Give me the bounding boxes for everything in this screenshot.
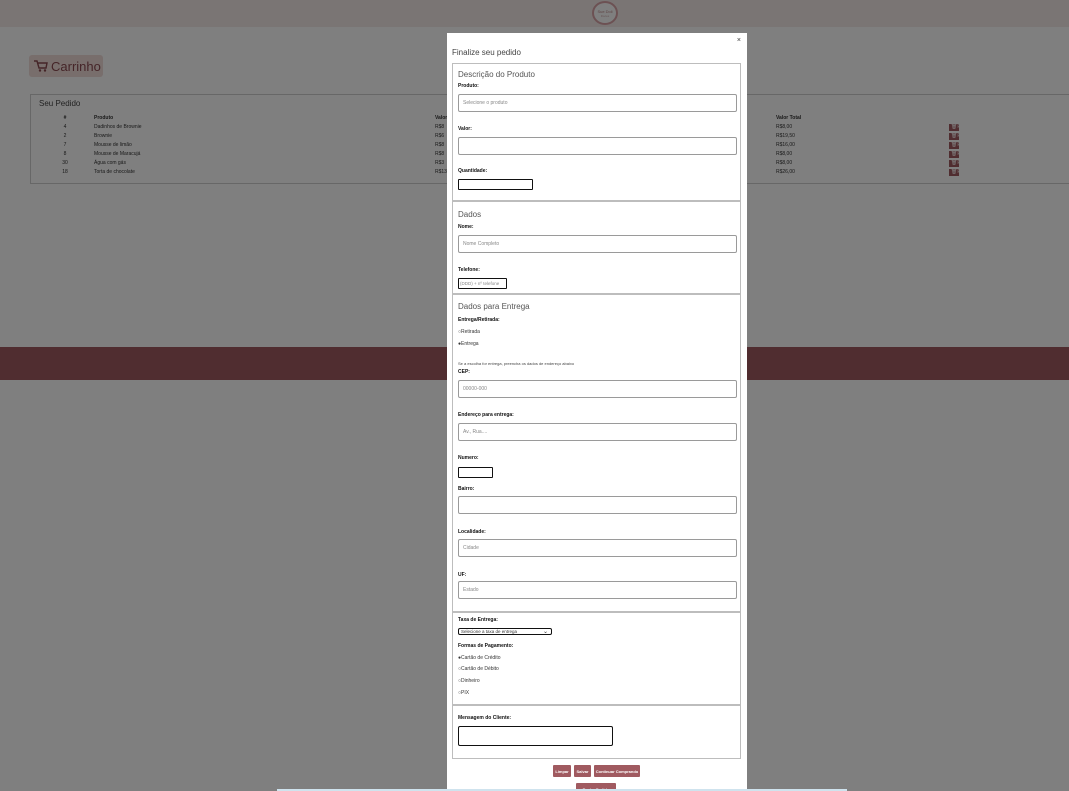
- delivery-fee-value: Selecione a taxa de entrega: [461, 629, 518, 634]
- product-label: Produto:: [458, 83, 479, 89]
- section-legend: Descrição do Produto: [458, 70, 535, 79]
- number-field[interactable]: [458, 467, 493, 478]
- uf-field[interactable]: Estado: [458, 581, 737, 599]
- address-field[interactable]: Av., Rua....: [458, 423, 737, 441]
- uf-placeholder: Estado: [463, 587, 479, 593]
- payment-methods-label: Formas de Pagamento:: [458, 643, 514, 649]
- clear-button[interactable]: Limpar: [553, 765, 571, 777]
- delivery-mode-label: Entrega/Retirada:: [458, 317, 500, 323]
- message-textarea[interactable]: [458, 726, 613, 746]
- cash-radio[interactable]: ○Dinheiro: [458, 678, 480, 684]
- quantity-field[interactable]: [458, 179, 533, 190]
- delivery-fee-label: Taxa de Entrega:: [458, 617, 498, 623]
- data-fieldset: Dados Nome: Nome Completo Telefone: (DDD…: [452, 201, 741, 294]
- checkout-modal: × Finalize seu pedido Descrição do Produ…: [447, 33, 747, 791]
- phone-field[interactable]: (DDD) + nº telefone: [458, 278, 507, 289]
- modal-title: Finalize seu pedido: [452, 48, 521, 57]
- address-placeholder: Av., Rua....: [463, 429, 488, 435]
- cep-placeholder: 00000-000: [463, 386, 487, 392]
- district-field[interactable]: [458, 496, 737, 514]
- section-legend: Dados para Entrega: [458, 302, 530, 311]
- product-placeholder: Selecione o produto: [463, 100, 508, 106]
- name-field[interactable]: Nome Completo: [458, 235, 737, 253]
- payment-fieldset: Taxa de Entrega: Selecione a taxa de ent…: [452, 612, 741, 705]
- pickup-radio[interactable]: ○Retirada: [458, 329, 480, 335]
- delivery-fee-select[interactable]: Selecione a taxa de entrega ⌄: [458, 628, 552, 635]
- cep-label: CEP:: [458, 369, 470, 375]
- credit-card-radio[interactable]: ●Cartão de Crédito: [458, 655, 501, 661]
- number-label: Numero:: [458, 455, 479, 461]
- chevron-down-icon: ⌄: [542, 629, 548, 635]
- section-legend: Dados: [458, 210, 482, 219]
- debit-card-radio[interactable]: ○Cartão de Débito: [458, 666, 499, 672]
- product-select[interactable]: Selecione o produto: [458, 94, 737, 112]
- continue-shopping-button[interactable]: Continuar Comprando: [594, 765, 640, 777]
- name-placeholder: Nome Completo: [463, 241, 500, 247]
- product-fieldset: Descrição do Produto Produto: Selecione …: [452, 63, 741, 201]
- delivery-radio[interactable]: ●Entrega: [458, 341, 479, 347]
- address-label: Endereço para entrega:: [458, 412, 514, 418]
- uf-label: UF:: [458, 572, 467, 578]
- message-label: Mensagem do Cliente:: [458, 715, 512, 721]
- value-label: Valor:: [458, 126, 472, 132]
- district-label: Bairro:: [458, 486, 475, 492]
- pix-radio[interactable]: ○PIX: [458, 690, 469, 696]
- name-label: Nome:: [458, 224, 474, 230]
- close-icon[interactable]: ×: [737, 37, 741, 44]
- quantity-label: Quantidade:: [458, 168, 488, 174]
- city-field[interactable]: Cidade: [458, 539, 737, 557]
- delivery-fieldset: Dados para Entrega Entrega/Retirada: ○Re…: [452, 294, 741, 612]
- save-button[interactable]: Salvar: [574, 765, 591, 777]
- city-label: Localidade:: [458, 529, 486, 535]
- phone-placeholder: (DDD) + nº telefone: [460, 281, 500, 286]
- message-fieldset: Mensagem do Cliente:: [452, 705, 741, 759]
- value-field[interactable]: [458, 137, 737, 155]
- phone-label: Telefone:: [458, 267, 480, 273]
- cep-field[interactable]: 00000-000: [458, 380, 737, 398]
- city-placeholder: Cidade: [463, 545, 479, 551]
- delivery-note: Se a escolha for entrega, preencha os da…: [458, 361, 575, 366]
